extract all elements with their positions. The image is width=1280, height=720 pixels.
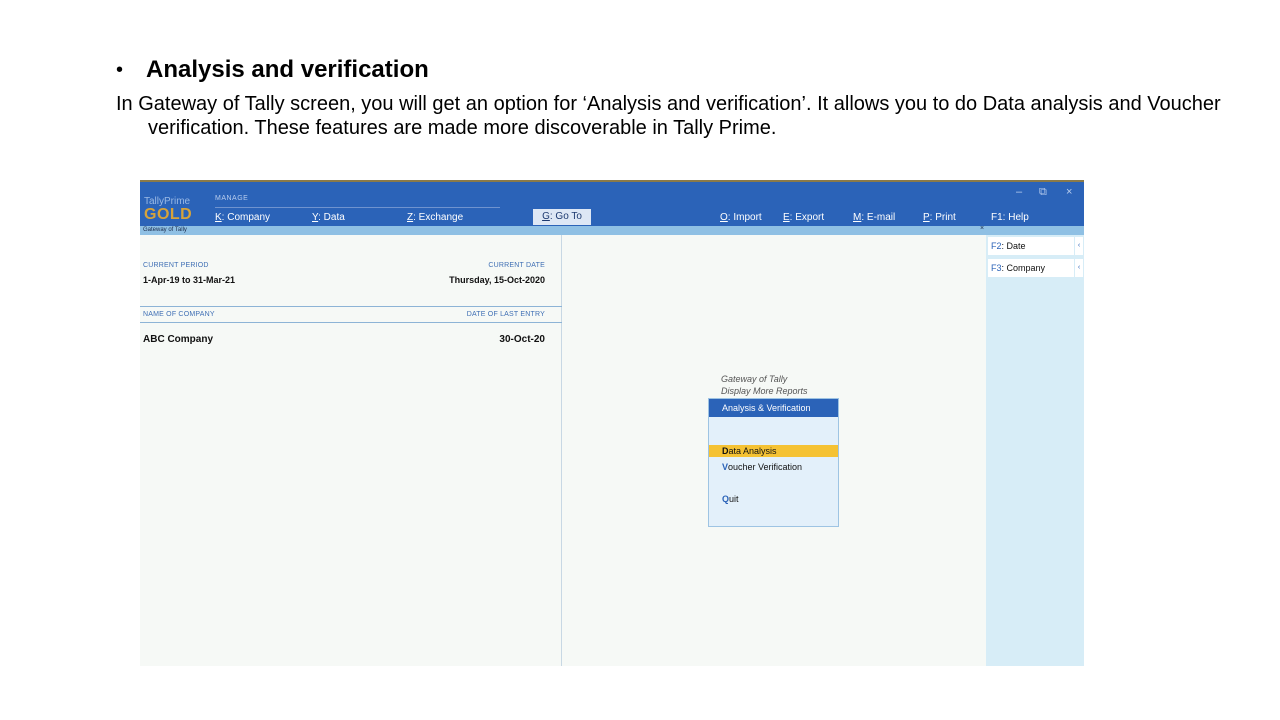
- menu-item-quit[interactable]: Quit: [709, 493, 838, 505]
- info-divider-bottom: [140, 322, 562, 323]
- menu-item-hotkey: Q: [722, 494, 730, 504]
- menu-print[interactable]: P: Print: [923, 212, 956, 223]
- menu-company-label: : Company: [221, 212, 271, 223]
- menu-export-label: : Export: [789, 212, 825, 223]
- menu-import-key: O: [720, 212, 728, 223]
- menu-exchange[interactable]: Z: Exchange: [407, 212, 463, 223]
- goto-label: : Go To: [549, 211, 582, 222]
- info-divider-top: [140, 306, 562, 307]
- menu-item-label: ata Analysis: [728, 446, 777, 456]
- company-button-key: F3: [991, 263, 1002, 273]
- slide-bullet-row: • Analysis and verification: [116, 56, 429, 84]
- menu-caption-display-more: Display More Reports: [721, 386, 808, 396]
- tally-window: TallyPrime GOLD MANAGE K: Company Y: Dat…: [140, 180, 1084, 666]
- menu-item-label: uit: [729, 494, 739, 504]
- screen-close-icon[interactable]: ×: [980, 225, 984, 232]
- menu-import-label: : Import: [727, 212, 762, 223]
- menu-print-label: : Print: [929, 212, 956, 223]
- menu-help-label: : Help: [1002, 212, 1029, 223]
- menu-email[interactable]: M: E-mail: [853, 212, 895, 223]
- menu-data-label: : Data: [318, 212, 345, 223]
- menu-export[interactable]: E: Export: [783, 212, 824, 223]
- title-strip: [140, 226, 1084, 235]
- restore-icon[interactable]: ⧉: [1039, 186, 1047, 199]
- analysis-verification-menu: Analysis & Verification Data Analysis Vo…: [708, 398, 839, 527]
- screen-title: Gateway of Tally: [143, 227, 187, 233]
- minimize-icon[interactable]: –: [1016, 186, 1022, 198]
- close-icon[interactable]: ×: [1066, 186, 1072, 198]
- menu-company[interactable]: K: Company: [215, 212, 270, 223]
- company-info-pane: CURRENT PERIOD 1-Apr-19 to 31-Mar-21 CUR…: [140, 235, 562, 666]
- slide-paragraph: In Gateway of Tally screen, you will get…: [116, 93, 1221, 139]
- company-name-label: NAME OF COMPANY: [143, 311, 215, 318]
- bullet-dot: •: [116, 58, 124, 81]
- goto-button[interactable]: G: Go To: [533, 209, 591, 225]
- menu-company-key: K: [215, 212, 222, 223]
- menu-help-key: F1: [991, 212, 1003, 223]
- date-button[interactable]: F2: Date: [988, 237, 1074, 255]
- last-entry-label: DATE OF LAST ENTRY: [466, 311, 545, 318]
- top-menu-bar: TallyPrime GOLD MANAGE K: Company Y: Dat…: [140, 180, 1084, 226]
- last-entry-date: 30-Oct-20: [499, 334, 545, 345]
- side-button-panel: F2: Date ‹ F3: Company ‹: [986, 235, 1084, 666]
- brand-edition: GOLD: [144, 206, 193, 223]
- date-button-label: : Date: [1001, 241, 1026, 251]
- menu-item-data-analysis[interactable]: Data Analysis: [709, 445, 838, 457]
- menu-help[interactable]: F1: Help: [991, 212, 1029, 223]
- company-name[interactable]: ABC Company: [143, 334, 213, 345]
- company-button[interactable]: F3: Company: [988, 259, 1074, 277]
- chevron-left-icon[interactable]: ‹: [1075, 237, 1083, 255]
- current-period-value[interactable]: 1-Apr-19 to 31-Mar-21: [143, 275, 235, 285]
- menu-email-label: : E-mail: [861, 212, 896, 223]
- company-button-label: : Company: [1001, 263, 1046, 273]
- menu-caption-gateway: Gateway of Tally: [721, 374, 788, 384]
- menu-import[interactable]: O: Import: [720, 212, 762, 223]
- goto-key: G: [542, 211, 550, 222]
- menu-data[interactable]: Y: Data: [312, 212, 345, 223]
- menu-print-key: P: [923, 212, 930, 223]
- menu-item-voucher-verification[interactable]: Voucher Verification: [709, 461, 838, 473]
- current-date-value[interactable]: Thursday, 15-Oct-2020: [449, 275, 545, 285]
- menu-item-label: oucher Verification: [728, 462, 803, 472]
- current-period-label: CURRENT PERIOD: [143, 262, 209, 269]
- menu-exchange-label: : Exchange: [413, 212, 464, 223]
- slide-heading: Analysis and verification: [146, 56, 429, 83]
- menu-export-key: E: [783, 212, 790, 223]
- date-button-key: F2: [991, 241, 1002, 251]
- current-date-label: CURRENT DATE: [488, 262, 545, 269]
- menu-title: Analysis & Verification: [709, 399, 838, 417]
- manage-label: MANAGE: [215, 195, 249, 202]
- chevron-left-icon[interactable]: ‹: [1075, 259, 1083, 277]
- manage-divider: [215, 207, 500, 208]
